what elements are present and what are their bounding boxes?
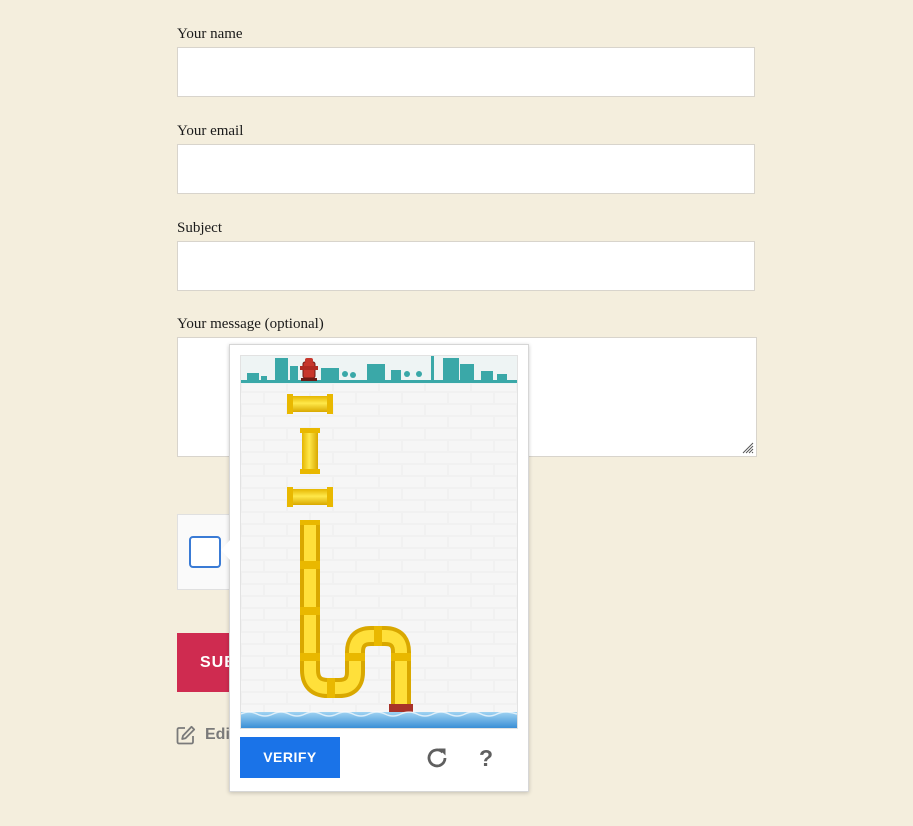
refresh-icon[interactable] <box>424 745 450 771</box>
name-input[interactable] <box>177 47 755 97</box>
subject-input[interactable] <box>177 241 755 291</box>
help-button[interactable]: ? <box>474 743 498 773</box>
name-label: Your name <box>177 26 243 42</box>
captcha-checkbox[interactable] <box>189 536 221 568</box>
popup-pointer <box>221 540 230 560</box>
email-input[interactable] <box>177 144 755 194</box>
pipe-piece-horizontal-middle[interactable] <box>287 487 333 507</box>
captcha-challenge-popup: VERIFY ? <box>221 344 529 792</box>
pipe-piece-vertical-short[interactable] <box>300 428 320 474</box>
pipe-puzzle-image <box>241 356 517 728</box>
edit-link[interactable]: Edit <box>176 724 235 746</box>
message-label: Your message (optional) <box>177 316 324 332</box>
pipe-puzzle-canvas[interactable] <box>240 355 518 729</box>
subject-label: Subject <box>177 220 222 236</box>
resize-handle-icon[interactable] <box>741 441 754 454</box>
pipe-piece-horizontal-top[interactable] <box>287 394 333 414</box>
edit-icon <box>176 725 196 745</box>
verify-button[interactable]: VERIFY <box>240 737 340 778</box>
email-label: Your email <box>177 123 244 139</box>
